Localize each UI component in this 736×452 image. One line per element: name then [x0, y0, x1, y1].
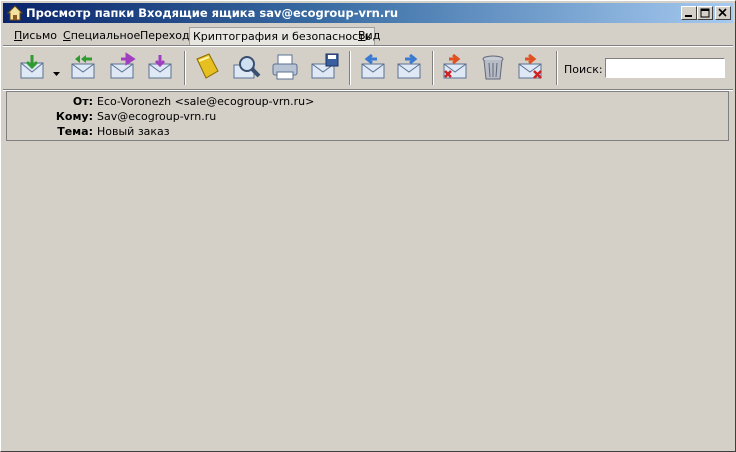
new-message-icon [148, 55, 172, 79]
get-mail-button[interactable] [17, 51, 49, 83]
title-bar[interactable]: Просмотр папки Входящие ящика sav@ecogro… [3, 3, 733, 23]
get-mail-icon [20, 55, 44, 79]
print-button[interactable] [269, 51, 301, 83]
find-icon [233, 56, 261, 79]
minimize-icon [685, 15, 692, 17]
delete-message-icon [443, 53, 467, 79]
menu-item-crypto-security[interactable]: Криптография и безопасность [189, 27, 376, 45]
save-icon [311, 53, 339, 79]
next-icon [397, 53, 421, 79]
app-icon[interactable] [6, 5, 24, 21]
search-input[interactable] [605, 58, 725, 78]
menu-item-letter[interactable]: Письмо [11, 27, 60, 45]
menu-item-view[interactable]: Вид [355, 27, 383, 45]
forward-icon [110, 52, 136, 79]
trash-button[interactable] [477, 51, 509, 83]
close-icon [718, 8, 727, 17]
window-title: Просмотр папки Входящие ящика sav@ecogro… [26, 6, 399, 20]
main-window: Просмотр папки Входящие ящика sav@ecogro… [0, 0, 736, 452]
menu-item-go[interactable]: Переход [137, 27, 193, 45]
toolbar-separator [349, 51, 351, 85]
minimize-button[interactable] [681, 6, 697, 20]
toolbar-separator [184, 51, 186, 85]
address-book-icon [196, 53, 219, 79]
next-button[interactable] [393, 51, 425, 83]
new-message-button[interactable] [145, 51, 177, 83]
save-button[interactable] [309, 51, 341, 83]
reply-all-icon [71, 55, 95, 79]
delete-message-button[interactable] [439, 51, 471, 83]
maximize-button[interactable] [697, 6, 713, 20]
address-book-button[interactable] [191, 51, 223, 83]
reply-all-button[interactable] [67, 51, 99, 83]
find-button[interactable] [231, 51, 263, 83]
subject-label: Тема: [57, 125, 93, 138]
toolbar-separator [432, 51, 434, 85]
previous-button[interactable] [357, 51, 389, 83]
header-row-subject: Тема: Новый заказ [7, 124, 730, 139]
toolbar-separator [556, 51, 558, 85]
search-label: Поиск: [564, 63, 603, 76]
to-value[interactable]: Sav@ecogroup-vrn.ru [97, 109, 216, 124]
previous-icon [361, 53, 385, 79]
toolbar: Поиск: [3, 47, 733, 89]
mark-junk-icon [518, 53, 542, 79]
mark-junk-button[interactable] [515, 51, 547, 83]
menu-item-special[interactable]: Специальное [60, 27, 143, 45]
maximize-icon [700, 8, 710, 18]
close-button[interactable] [715, 6, 731, 20]
header-row-to: Кому: Sav@ecogroup-vrn.ru [7, 109, 730, 124]
message-header: От: Eco-Voronezh <sale@ecogroup-vrn.ru> … [6, 91, 729, 141]
to-label: Кому: [55, 110, 93, 123]
from-label: От: [72, 95, 93, 108]
print-icon [272, 54, 298, 80]
from-value[interactable]: Eco-Voronezh <sale@ecogroup-vrn.ru> [97, 94, 314, 109]
forward-button[interactable] [107, 51, 139, 83]
subject-value: Новый заказ [97, 125, 170, 138]
message-body[interactable] [3, 143, 733, 449]
trash-icon [482, 55, 504, 80]
header-row-from: От: Eco-Voronezh <sale@ecogroup-vrn.ru> [7, 94, 730, 109]
get-mail-dropdown-icon[interactable] [53, 67, 60, 80]
